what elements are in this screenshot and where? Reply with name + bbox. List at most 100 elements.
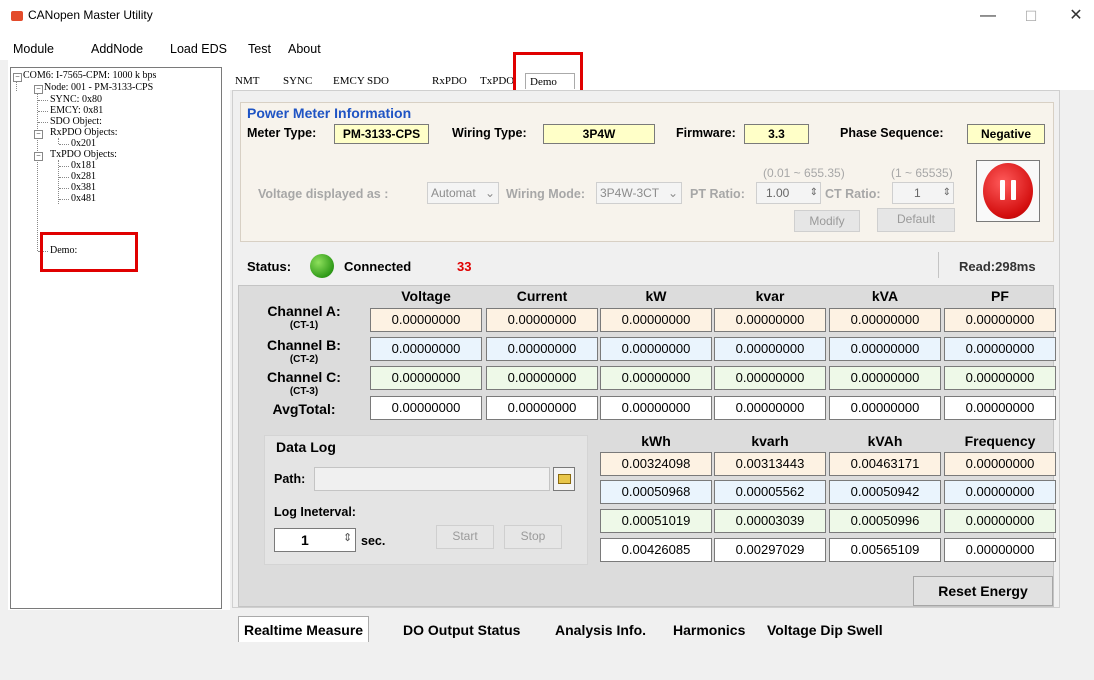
tab-rxpdo[interactable]: RxPDO — [428, 73, 471, 89]
tree-root[interactable]: COM6: I-7565-CPM: 1000 k bps — [23, 70, 156, 82]
minimize-button[interactable]: — — [970, 4, 1006, 28]
tree-sdo[interactable]: SDO Object: — [50, 116, 102, 128]
energy-column-header: Frequency — [964, 433, 1036, 449]
energy-cell: 0.00426085 — [600, 538, 712, 562]
ct-ratio-label: CT Ratio: — [825, 187, 881, 201]
column-header: kvar — [755, 288, 785, 304]
tab-sdo[interactable]: SDO — [363, 73, 393, 89]
tab-realtime-measure[interactable]: Realtime Measure — [238, 616, 370, 642]
maximize-button[interactable]: ☐ — [1013, 4, 1049, 28]
pause-bar — [1000, 180, 1005, 200]
energy-cell: 0.00297029 — [714, 538, 826, 562]
tree-rxpdo[interactable]: RxPDO Objects: — [50, 127, 118, 139]
tree-emcy[interactable]: EMCY: 0x81 — [50, 105, 103, 117]
tab-voltage-dip-swell[interactable]: Voltage Dip Swell — [762, 619, 888, 641]
ct-ratio-input[interactable]: 1 ⇕ — [892, 182, 954, 204]
menu-load-eds[interactable]: Load EDS — [170, 42, 227, 56]
status-label: Status: — [247, 259, 292, 274]
energy-cell: 0.00005562 — [714, 480, 826, 504]
energy-cell: 0.00000000 — [944, 509, 1056, 533]
value-cell: 0.00000000 — [370, 308, 482, 332]
stop-log-button[interactable]: Stop — [504, 525, 562, 549]
tab-sync[interactable]: SYNC — [279, 73, 316, 89]
tab-nmt[interactable]: NMT — [231, 73, 263, 89]
energy-column-header: kVAh — [867, 433, 903, 449]
interval-unit: sec. — [361, 534, 386, 548]
data-log-title: Data Log — [276, 439, 336, 455]
row-label: Channel C: — [267, 369, 341, 385]
tree-txpdo-item[interactable]: 0x181 — [71, 160, 96, 172]
menu-about[interactable]: About — [288, 42, 321, 56]
collapse-icon[interactable]: − — [13, 73, 22, 82]
energy-column-header: kvarh — [751, 433, 789, 449]
pause-bar — [1011, 180, 1016, 200]
reset-energy-button[interactable]: Reset Energy — [913, 576, 1053, 606]
tree-txpdo-item[interactable]: 0x481 — [71, 193, 96, 205]
tab-harmonics[interactable]: Harmonics — [668, 619, 750, 641]
value-cell: 0.00000000 — [600, 308, 712, 332]
menu-test[interactable]: Test — [248, 42, 271, 56]
value-cell: 0.00000000 — [944, 396, 1056, 420]
chevron-down-icon: ⌄ — [665, 183, 678, 203]
value-cell: 0.00000000 — [370, 366, 482, 390]
tree-node[interactable]: Node: 001 - PM-3133-CPS — [44, 82, 153, 94]
row-label: AvgTotal: — [272, 401, 336, 417]
column-header: kVA — [871, 288, 899, 304]
modify-button[interactable]: Modify — [794, 210, 860, 232]
value-cell: 0.00000000 — [486, 396, 598, 420]
start-button[interactable]: Start — [436, 525, 494, 549]
pt-ratio-label: PT Ratio: — [690, 187, 745, 201]
status-count: 33 — [457, 259, 472, 274]
spinner-icon[interactable]: ⇕ — [343, 531, 352, 544]
column-header: kW — [645, 288, 667, 304]
value-cell: 0.00000000 — [714, 308, 826, 332]
collapse-icon[interactable]: − — [34, 152, 43, 161]
column-header: PF — [991, 288, 1009, 304]
energy-cell: 0.00313443 — [714, 452, 826, 476]
tree-txpdo[interactable]: TxPDO Objects: — [50, 149, 117, 161]
power-meter-title: Power Meter Information — [247, 105, 412, 121]
tab-analysis-info[interactable]: Analysis Info. — [550, 619, 651, 641]
pause-icon — [983, 163, 1033, 219]
value-cell: 0.00000000 — [714, 366, 826, 390]
wiring-type-label: Wiring Type: — [452, 126, 527, 140]
row-sublabel: (CT-2) — [289, 354, 319, 365]
voltage-display-select[interactable]: Automat ⌄ — [427, 182, 499, 204]
path-input[interactable] — [314, 467, 550, 491]
phase-sequence-label: Phase Sequence: — [840, 126, 944, 140]
tree-rxpdo-item[interactable]: 0x201 — [71, 138, 96, 150]
wiring-mode-label: Wiring Mode: — [506, 187, 586, 201]
menu-module[interactable]: Module — [13, 42, 54, 56]
read-time: Read:298ms — [959, 259, 1036, 274]
row-label: Channel B: — [267, 337, 341, 353]
node-tree[interactable]: − COM6: I-7565-CPM: 1000 k bps − Node: 0… — [10, 67, 222, 609]
energy-cell: 0.00050968 — [600, 480, 712, 504]
spinner-icon: ⇕ — [942, 187, 951, 198]
wiring-mode-select[interactable]: 3P4W-3CT ⌄ — [596, 182, 682, 204]
log-interval-input[interactable]: 1 ⇕ — [274, 528, 356, 552]
tree-txpdo-item[interactable]: 0x381 — [71, 182, 96, 194]
firmware-label: Firmware: — [676, 126, 736, 140]
window-title: CANopen Master Utility — [28, 8, 153, 22]
browse-folder-button[interactable] — [553, 467, 575, 491]
pt-ratio-input[interactable]: 1.00 ⇕ — [756, 182, 821, 204]
left-strip — [0, 60, 8, 680]
close-button[interactable]: ✕ — [1058, 4, 1094, 28]
row-sublabel: (CT-1) — [289, 320, 319, 331]
row-label: Channel A: — [267, 303, 341, 319]
tree-txpdo-item[interactable]: 0x281 — [71, 171, 96, 183]
meter-type-value: PM-3133-CPS — [334, 124, 429, 144]
collapse-icon[interactable]: − — [34, 130, 43, 139]
menu-addnode[interactable]: AddNode — [91, 42, 143, 56]
highlight-box — [40, 232, 138, 272]
left-panel-footer — [0, 610, 232, 680]
collapse-icon[interactable]: − — [34, 85, 43, 94]
value-cell: 0.00000000 — [829, 366, 941, 390]
default-button[interactable]: Default — [877, 208, 955, 232]
tab-txpdo[interactable]: TxPDO — [476, 73, 518, 89]
wiring-type-value: 3P4W — [543, 124, 655, 144]
value-cell: 0.00000000 — [944, 366, 1056, 390]
tree-sync[interactable]: SYNC: 0x80 — [50, 94, 102, 106]
tab-do-output-status[interactable]: DO Output Status — [398, 619, 525, 641]
voltage-display-label: Voltage displayed as : — [258, 187, 389, 201]
